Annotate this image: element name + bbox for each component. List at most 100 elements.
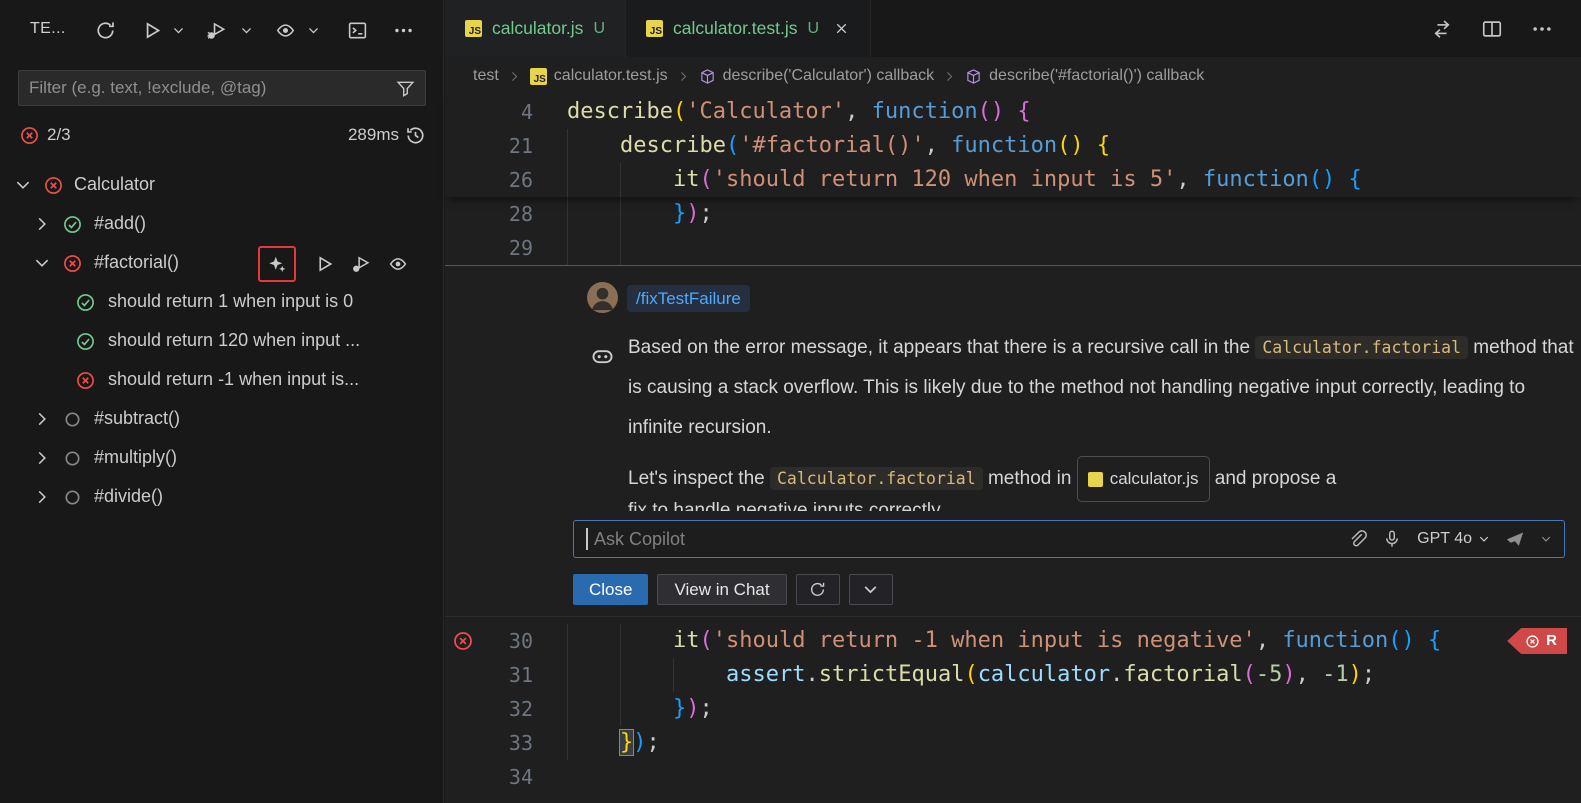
- fail-icon: [63, 254, 82, 273]
- indent-guide: [673, 658, 726, 692]
- breadcrumb-separator-icon: [677, 70, 690, 83]
- code-line-32[interactable]: 32});: [445, 692, 1581, 726]
- code-line-30[interactable]: 30it('should return -1 when input is neg…: [445, 624, 1581, 658]
- open-test-terminal-button[interactable]: [344, 17, 370, 43]
- ask-copilot-input[interactable]: [594, 529, 1332, 550]
- go-to-test-icon[interactable]: [387, 253, 409, 275]
- indent-guide: [620, 163, 673, 197]
- model-picker[interactable]: GPT 4o: [1417, 530, 1490, 548]
- regenerate-button[interactable]: [796, 574, 840, 605]
- chevron-right-icon[interactable]: [33, 215, 51, 233]
- git-untracked-badge: U: [808, 20, 820, 38]
- code-line-4[interactable]: 4describe('Calculator', function() {: [445, 95, 1581, 129]
- close-tab-icon[interactable]: [833, 20, 850, 37]
- attach-context-icon[interactable]: [1347, 529, 1367, 549]
- chevron-down-icon[interactable]: [33, 254, 51, 272]
- slash-command-chip[interactable]: /fixTestFailure: [627, 285, 750, 312]
- test-filter-box: [18, 70, 426, 106]
- code-line-26[interactable]: 26 it('should return 120 when input is 5'…: [445, 163, 1581, 197]
- editor-group: JS calculator.js U JS calculator.test.js…: [445, 0, 1581, 803]
- indent-guide: [620, 624, 673, 658]
- split-editor-icon[interactable]: [1481, 18, 1503, 40]
- none-icon: [63, 410, 82, 429]
- js-file-icon: JS: [530, 68, 547, 85]
- indent-guide: [567, 129, 620, 163]
- breadcrumb-label: calculator.test.js: [554, 67, 668, 85]
- code-lines-below: 30it('should return -1 when input is neg…: [445, 624, 1581, 794]
- copilot-response-paragraph: Let's inspect the Calculator.factorial m…: [628, 456, 1580, 502]
- breadcrumb-item[interactable]: test: [473, 67, 499, 85]
- test-tree-item[interactable]: #add(): [0, 205, 444, 244]
- mic-icon[interactable]: [1382, 529, 1402, 549]
- code-line-21[interactable]: 21 describe('#factorial()', function() {: [445, 129, 1581, 163]
- file-reference-chip[interactable]: JScalculator.js: [1077, 456, 1210, 502]
- more-actions-button[interactable]: [390, 17, 416, 43]
- breadcrumb-item[interactable]: JS calculator.test.js: [530, 67, 668, 85]
- code-content[interactable]: describe('Calculator', function() {: [567, 95, 1031, 129]
- symbol-cube-icon: [699, 68, 716, 85]
- open-changes-icon[interactable]: [1431, 18, 1453, 40]
- run-tests-dropdown-icon[interactable]: [165, 17, 191, 43]
- chevron-right-icon[interactable]: [33, 449, 51, 467]
- code-line-34[interactable]: 34: [445, 760, 1581, 794]
- send-icon[interactable]: [1505, 529, 1525, 549]
- view-in-chat-button[interactable]: View in Chat: [657, 574, 786, 605]
- line-number: 26: [445, 163, 533, 197]
- debug-tests-button[interactable]: [203, 17, 229, 43]
- test-explorer-sidebar: TE... 2/3 289ms Calculator#add()#factori…: [0, 0, 444, 803]
- test-tree-item[interactable]: Calculator: [0, 166, 444, 205]
- indent-guide: [620, 231, 673, 265]
- tab-calculator-js[interactable]: JS calculator.js U: [445, 0, 626, 57]
- inline-code-chip: Calculator.factorial: [770, 467, 983, 490]
- test-tree-item[interactable]: #factorial(): [0, 244, 444, 283]
- code-content[interactable]: it('should return -1 when input is negat…: [567, 624, 1441, 658]
- test-tree-item[interactable]: #subtract(): [0, 400, 444, 439]
- test-tree-item[interactable]: should return 120 when input ...: [0, 322, 444, 361]
- code-content[interactable]: });: [567, 197, 713, 231]
- chevron-down-icon[interactable]: [14, 176, 32, 194]
- breadcrumb-item[interactable]: describe('#factorial()') callback: [965, 67, 1204, 85]
- refresh-tests-button[interactable]: [92, 17, 118, 43]
- code-line-33[interactable]: 33});: [445, 726, 1581, 760]
- code-content[interactable]: describe('#factorial()', function() {: [567, 129, 1110, 163]
- code-content[interactable]: });: [567, 726, 660, 760]
- chevron-right-icon[interactable]: [33, 488, 51, 506]
- text-caret: [586, 528, 588, 550]
- tab-calculator-test-js[interactable]: JS calculator.test.js U: [626, 0, 871, 57]
- js-file-icon: JS: [1088, 472, 1103, 487]
- line-number: 21: [445, 129, 533, 163]
- code-line-31[interactable]: 31assert.strictEqual(calculator.factoria…: [445, 658, 1581, 692]
- test-item-label: #divide(): [94, 486, 163, 507]
- debug-tests-dropdown-icon[interactable]: [233, 17, 259, 43]
- debug-test-icon[interactable]: [350, 253, 372, 275]
- test-tree-item[interactable]: #multiply(): [0, 439, 444, 478]
- breadcrumb-label: describe('#factorial()') callback: [989, 67, 1204, 85]
- send-dropdown-icon[interactable]: [1540, 533, 1552, 545]
- code-line-29[interactable]: 29: [445, 231, 1581, 265]
- code-content[interactable]: assert.strictEqual(calculator.factorial(…: [567, 658, 1375, 692]
- none-icon: [63, 488, 82, 507]
- code-content[interactable]: });: [567, 692, 713, 726]
- close-button[interactable]: Close: [573, 574, 648, 605]
- more-actions-icon[interactable]: [1531, 18, 1553, 40]
- code-line-28[interactable]: 28});: [445, 197, 1581, 231]
- test-tree-item[interactable]: should return -1 when input is...: [0, 361, 444, 400]
- none-icon: [63, 449, 82, 468]
- chevron-right-icon[interactable]: [33, 410, 51, 428]
- code-content[interactable]: [567, 231, 673, 265]
- copilot-icon: [590, 344, 615, 369]
- eye-dropdown-icon[interactable]: [300, 17, 326, 43]
- code-content[interactable]: it('should return 120 when input is 5', …: [567, 163, 1362, 197]
- more-options-dropdown-button[interactable]: [849, 574, 893, 605]
- test-tree-item[interactable]: #divide(): [0, 478, 444, 517]
- copilot-sparkle-icon[interactable]: [266, 253, 288, 275]
- filter-input[interactable]: [19, 78, 396, 98]
- history-icon[interactable]: [405, 125, 426, 146]
- run-test-icon[interactable]: [313, 253, 335, 275]
- test-failure-tag[interactable]: R: [1507, 628, 1567, 654]
- test-tree-item[interactable]: should return 1 when input is 0: [0, 283, 444, 322]
- filter-icon[interactable]: [396, 79, 415, 98]
- run-tests-button[interactable]: [138, 17, 164, 43]
- breadcrumb-item[interactable]: describe('Calculator') callback: [699, 67, 935, 85]
- show-test-output-eye-button[interactable]: [272, 17, 298, 43]
